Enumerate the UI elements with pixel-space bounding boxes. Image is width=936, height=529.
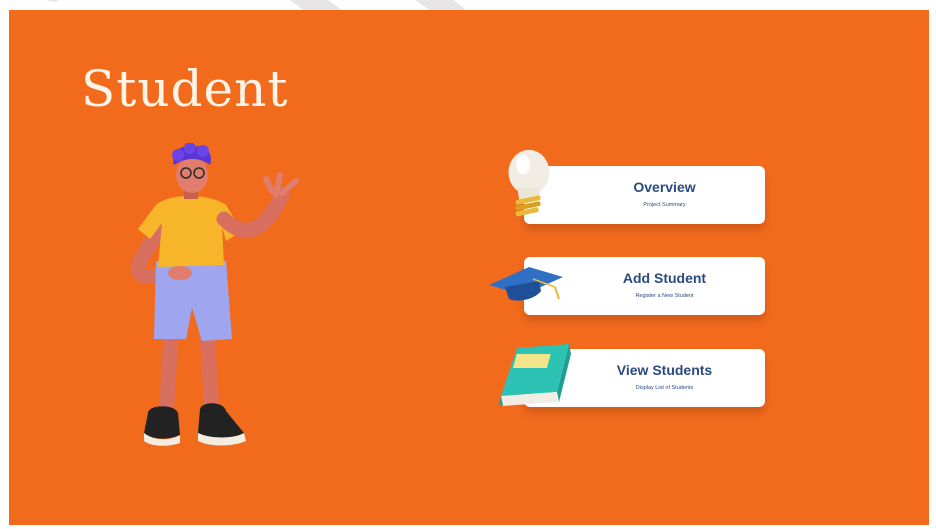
view-students-title: View Students <box>616 362 713 378</box>
background-stripe <box>0 0 69 6</box>
lightbulb-icon <box>508 149 550 217</box>
add-student-subtitle: Register a New Student <box>635 293 694 299</box>
graduation-cap-icon <box>489 267 563 301</box>
overview-subtitle: Project Summary <box>643 202 686 208</box>
add-student-title: Add Student <box>622 270 707 286</box>
overview-card[interactable]: Overview Project Summary <box>524 166 765 224</box>
page-title: Student <box>81 60 289 118</box>
overview-title: Overview <box>633 179 696 195</box>
book-icon <box>499 344 571 406</box>
student-illustration <box>131 143 299 446</box>
student-slide: Student Overview Project Summary Add Stu… <box>9 10 929 525</box>
view-students-subtitle: Display List of Students <box>635 385 694 391</box>
